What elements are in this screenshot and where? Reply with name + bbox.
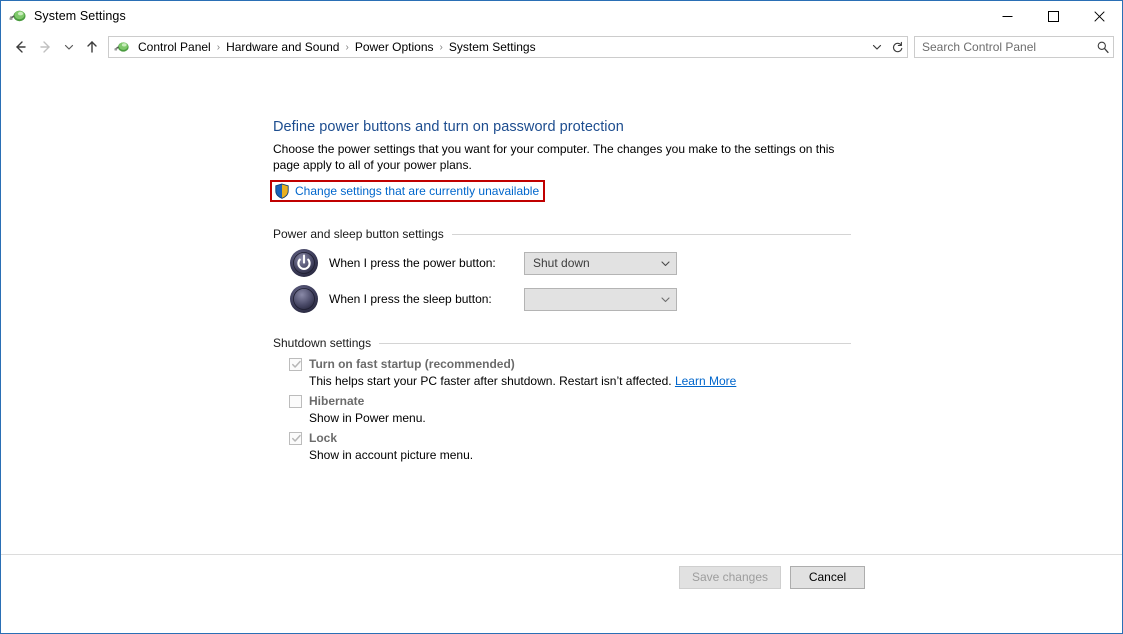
address-bar-actions (867, 37, 907, 57)
breadcrumb-item-hardware-and-sound[interactable]: Hardware and Sound (222, 39, 343, 55)
power-options-icon (9, 7, 27, 25)
section-divider (379, 343, 851, 344)
lock-checkbox[interactable] (289, 432, 302, 445)
checkmark-icon (291, 433, 302, 444)
power-button-label: When I press the power button: (329, 256, 524, 270)
save-changes-button[interactable]: Save changes (679, 566, 781, 589)
search-icon[interactable] (1093, 40, 1113, 54)
recent-locations-chevron-down-icon[interactable] (59, 34, 79, 60)
hibernate-row: Hibernate (289, 393, 851, 409)
chevron-down-icon (654, 294, 676, 305)
change-settings-highlight: Change settings that are currently unava… (270, 180, 545, 202)
fast-startup-row: Turn on fast startup (recommended) (289, 356, 851, 372)
fast-startup-description: This helps start your PC faster after sh… (309, 373, 851, 389)
hibernate-checkbox[interactable] (289, 395, 302, 408)
uac-shield-icon (274, 183, 290, 199)
section-divider (452, 234, 851, 235)
content-area: Define power buttons and turn on passwor… (1, 63, 1122, 599)
address-power-options-icon (114, 39, 130, 55)
search-input[interactable] (915, 40, 1093, 54)
sleep-button-icon (289, 284, 319, 314)
breadcrumb: Control Panel › Hardware and Sound › Pow… (134, 39, 867, 55)
page-description: Choose the power settings that you want … (273, 141, 838, 173)
fast-startup-checkbox[interactable] (289, 358, 302, 371)
breadcrumb-item-power-options[interactable]: Power Options (351, 39, 438, 55)
power-button-row: When I press the power button: Shut down (289, 245, 851, 281)
maximize-button[interactable] (1030, 1, 1076, 31)
breadcrumb-separator: › (438, 42, 445, 53)
search-box[interactable] (914, 36, 1114, 58)
lock-label: Lock (309, 430, 337, 446)
minimize-button[interactable] (984, 1, 1030, 31)
hibernate-label: Hibernate (309, 393, 364, 409)
breadcrumb-item-system-settings[interactable]: System Settings (445, 39, 540, 55)
power-section-title: Power and sleep button settings (273, 227, 452, 241)
chevron-down-icon (654, 258, 676, 269)
refresh-icon[interactable] (887, 37, 907, 57)
page-title: Define power buttons and turn on passwor… (273, 119, 851, 135)
settings-page: Define power buttons and turn on passwor… (273, 119, 851, 467)
cancel-button[interactable]: Cancel (790, 566, 865, 589)
address-chevron-down-icon[interactable] (867, 37, 887, 57)
up-arrow-icon[interactable] (79, 34, 105, 60)
sleep-button-dropdown[interactable] (524, 288, 677, 311)
window-title: System Settings (34, 9, 126, 23)
breadcrumb-item-control-panel[interactable]: Control Panel (134, 39, 215, 55)
navigation-bar: Control Panel › Hardware and Sound › Pow… (1, 31, 1122, 63)
address-bar[interactable]: Control Panel › Hardware and Sound › Pow… (108, 36, 908, 58)
lock-row: Lock (289, 430, 851, 446)
back-arrow-icon[interactable] (7, 34, 33, 60)
shutdown-section-header: Shutdown settings (273, 336, 851, 350)
power-button-icon (289, 248, 319, 278)
fast-startup-label: Turn on fast startup (recommended) (309, 356, 515, 372)
change-settings-link[interactable]: Change settings that are currently unava… (295, 184, 539, 198)
title-bar: System Settings (1, 1, 1122, 31)
breadcrumb-separator: › (215, 42, 222, 53)
shutdown-section-title: Shutdown settings (273, 336, 379, 350)
hibernate-description: Show in Power menu. (309, 410, 851, 426)
shutdown-options-list: Turn on fast startup (recommended) This … (289, 356, 851, 463)
sleep-button-row: When I press the sleep button: (289, 281, 851, 317)
lock-description: Show in account picture menu. (309, 447, 851, 463)
system-settings-window: System Settings (0, 0, 1123, 634)
close-button[interactable] (1076, 1, 1122, 31)
power-button-dropdown-value: Shut down (525, 256, 590, 270)
power-section-header: Power and sleep button settings (273, 227, 851, 241)
window-controls (984, 1, 1122, 31)
learn-more-link[interactable]: Learn More (675, 374, 736, 388)
checkmark-icon (291, 359, 302, 370)
dialog-footer: Save changes Cancel (1, 554, 1122, 599)
fast-startup-description-text: This helps start your PC faster after sh… (309, 374, 675, 388)
power-button-dropdown[interactable]: Shut down (524, 252, 677, 275)
forward-arrow-icon (33, 34, 59, 60)
sleep-button-label: When I press the sleep button: (329, 292, 524, 306)
breadcrumb-separator: › (343, 42, 350, 53)
